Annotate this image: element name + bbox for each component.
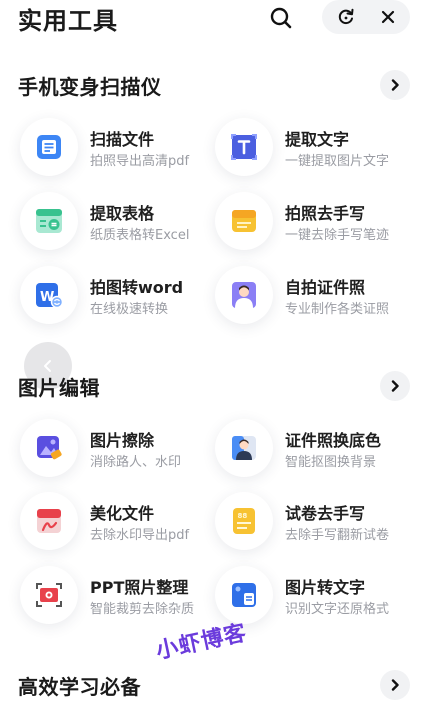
remove-handwriting-icon (232, 210, 256, 232)
id-background-icon (232, 436, 256, 460)
image-erase-icon (37, 436, 62, 460)
tool-icon-wrap (215, 566, 273, 624)
id-photo-icon (232, 282, 256, 308)
tool-remove-handwriting[interactable]: 拍照去手写 一键去除手写笔迹 (215, 192, 415, 252)
tool-icon-wrap (215, 192, 273, 250)
section-image-edit: 图片编辑 (0, 366, 422, 406)
section-more-button[interactable] (380, 70, 410, 100)
tool-icon-wrap (20, 566, 78, 624)
tool-title: 图片转文字 (285, 578, 366, 597)
tool-icon-wrap: W (20, 266, 78, 324)
tool-subtitle: 拍照导出高清pdf (90, 154, 190, 169)
tool-subtitle: 去除手写翻新试卷 (285, 528, 390, 543)
tool-icon-wrap (20, 118, 78, 176)
close-button[interactable] (368, 2, 408, 32)
tool-subtitle: 消除路人、水印 (90, 455, 182, 470)
page-title: 实用工具 (18, 7, 118, 35)
tool-image-erase[interactable]: 图片擦除 消除路人、水印 (20, 419, 220, 479)
tool-title: 提取表格 (90, 204, 155, 223)
chevron-right-icon (391, 380, 399, 392)
tool-subtitle: 一键去除手写笔迹 (285, 228, 390, 243)
refresh-icon (338, 8, 354, 25)
tool-title: 扫描文件 (90, 130, 155, 149)
tool-table-extract[interactable]: 提取表格 纸质表格转Excel (20, 192, 220, 252)
chevron-right-icon (391, 79, 399, 91)
svg-text:88: 88 (238, 512, 248, 520)
tool-text-extract[interactable]: 提取文字 一键提取图片文字 (215, 118, 415, 178)
exam-clean-icon: 88 (233, 508, 255, 534)
tool-title: PPT照片整理 (90, 578, 189, 597)
text-extract-icon (231, 134, 257, 160)
tool-icon-wrap (20, 192, 78, 250)
app-header: 实用工具 (0, 0, 422, 36)
tool-subtitle: 专业制作各类证照 (285, 302, 390, 317)
tool-beautify-pdf[interactable]: 美化文件 去除水印导出pdf (20, 492, 220, 552)
table-extract-icon (36, 209, 62, 233)
tool-exam-clean[interactable]: 88 试卷去手写 去除手写翻新试卷 (215, 492, 415, 552)
tool-subtitle: 识别文字还原格式 (285, 602, 390, 617)
word-convert-icon: W (36, 283, 64, 309)
tool-ppt-photo[interactable]: PPT照片整理 智能裁剪去除杂质 (20, 566, 220, 626)
ppt-photo-icon (36, 583, 62, 607)
section-title: 手机变身扫描仪 (18, 75, 162, 99)
tool-title: 提取文字 (285, 130, 350, 149)
tool-subtitle: 一键提取图片文字 (285, 154, 390, 169)
tool-subtitle: 智能裁剪去除杂质 (90, 602, 195, 617)
close-icon (381, 10, 395, 24)
tool-word-convert[interactable]: W 拍图转word 在线极速转换 (20, 266, 220, 326)
scan-document-icon (37, 135, 61, 159)
tool-title: 拍照去手写 (285, 204, 366, 223)
tool-id-photo[interactable]: 自拍证件照 专业制作各类证照 (215, 266, 415, 326)
search-button[interactable] (266, 3, 296, 33)
section-more-button[interactable] (380, 670, 410, 700)
tool-icon-wrap (20, 492, 78, 550)
tool-subtitle: 在线极速转换 (90, 302, 169, 317)
tool-title: 试卷去手写 (285, 504, 366, 523)
refresh-button[interactable] (326, 2, 366, 32)
section-study: 高效学习必备 (0, 665, 422, 705)
section-title: 图片编辑 (18, 376, 100, 400)
mini-program-capsule (322, 0, 410, 34)
section-more-button[interactable] (380, 371, 410, 401)
tool-title: 拍图转word (90, 278, 184, 297)
section-title: 高效学习必备 (18, 675, 141, 699)
tool-title: 图片擦除 (90, 431, 155, 450)
tool-icon-wrap (215, 419, 273, 477)
tool-image-to-text[interactable]: 图片转文字 识别文字还原格式 (215, 566, 415, 626)
tool-icon-wrap: 88 (215, 492, 273, 550)
search-icon (270, 7, 292, 29)
tool-title: 自拍证件照 (285, 278, 366, 297)
tool-scan-document[interactable]: 扫描文件 拍照导出高清pdf (20, 118, 220, 178)
tool-icon-wrap (215, 118, 273, 176)
section-scanner: 手机变身扫描仪 (0, 65, 422, 105)
beautify-pdf-icon (37, 509, 61, 533)
tool-subtitle: 智能抠图换背景 (285, 455, 377, 470)
tool-id-background[interactable]: 证件照换底色 智能抠图换背景 (215, 419, 415, 479)
tool-subtitle: 去除水印导出pdf (90, 528, 190, 543)
image-to-text-icon (232, 583, 256, 607)
tool-icon-wrap (20, 419, 78, 477)
tool-title: 证件照换底色 (285, 431, 382, 450)
chevron-right-icon (391, 679, 399, 691)
tool-subtitle: 纸质表格转Excel (90, 228, 190, 243)
tool-icon-wrap (215, 266, 273, 324)
tool-title: 美化文件 (90, 504, 155, 523)
